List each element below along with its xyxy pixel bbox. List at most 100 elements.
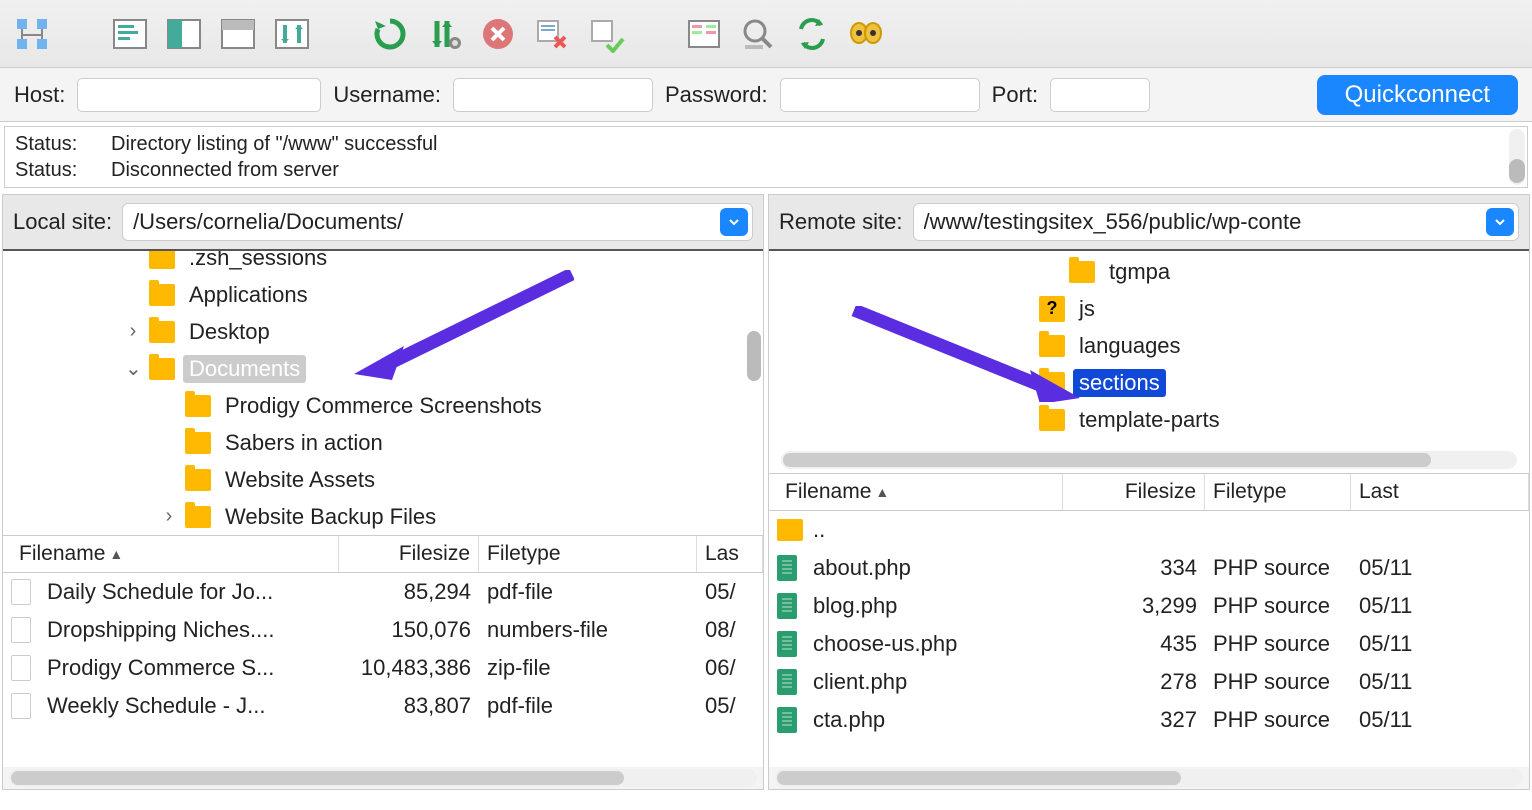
chevron-right-icon[interactable]: ›	[125, 320, 141, 343]
file-row[interactable]: Prodigy Commerce S...10,483,386zip-file0…	[3, 649, 763, 687]
parent-dir-row[interactable]: ..	[769, 511, 1529, 549]
column-filename[interactable]: Filename▲	[777, 474, 1063, 510]
file-date: 05/11	[1351, 555, 1529, 581]
chevron-down-icon[interactable]	[1486, 208, 1514, 236]
file-type: numbers-file	[479, 617, 697, 643]
tree-item-label: tgmpa	[1103, 258, 1176, 286]
local-hscroll[interactable]	[9, 769, 757, 787]
file-row[interactable]: choose-us.php435PHP source05/11	[769, 625, 1529, 663]
column-filesize[interactable]: Filesize	[339, 536, 479, 572]
file-row[interactable]: about.php334PHP source05/11	[769, 549, 1529, 587]
quickconnect-button[interactable]: Quickconnect	[1317, 75, 1518, 115]
remote-hscroll[interactable]	[775, 769, 1523, 787]
search-remote-icon[interactable]	[844, 12, 888, 56]
folder-icon	[1039, 409, 1065, 431]
remote-site-label: Remote site:	[779, 209, 903, 235]
file-size: 10,483,386	[339, 655, 479, 681]
file-size: 3,299	[1063, 593, 1205, 619]
file-row[interactable]: Weekly Schedule - J...83,807pdf-file05/	[3, 687, 763, 725]
remote-tree[interactable]: tgmpa ?jslanguagessectionstemplate-parts	[769, 249, 1529, 473]
host-input[interactable]	[77, 78, 321, 112]
local-tree[interactable]: .zsh_sessionsApplications›Desktop⌄Docume…	[3, 249, 763, 535]
php-file-icon	[777, 707, 797, 733]
file-row[interactable]: client.php278PHP source05/11	[769, 663, 1529, 701]
file-name: client.php	[805, 669, 1063, 695]
sort-asc-icon: ▲	[875, 484, 889, 500]
status-label: Status:	[15, 131, 83, 157]
tree-item[interactable]: .zsh_sessions	[3, 249, 763, 276]
file-date: 05/	[697, 579, 763, 605]
file-row[interactable]: Dropshipping Niches....150,076numbers-fi…	[3, 611, 763, 649]
file-date: 06/	[697, 655, 763, 681]
toggle-log-icon[interactable]	[108, 12, 152, 56]
chevron-down-icon[interactable]	[720, 208, 748, 236]
column-last[interactable]: Last	[1351, 474, 1529, 510]
toggle-remote-tree-icon[interactable]	[216, 12, 260, 56]
tree-item[interactable]: Website Assets	[3, 461, 763, 498]
tree-item[interactable]: ?js	[769, 290, 1529, 327]
tree-item[interactable]: ›Desktop	[3, 313, 763, 350]
column-filename[interactable]: Filename▲	[11, 536, 339, 572]
file-name: about.php	[805, 555, 1063, 581]
tree-item[interactable]: ›Website Backup Files	[3, 498, 763, 535]
tree-item[interactable]: ⌄Documents	[3, 350, 763, 387]
file-name: ..	[805, 517, 1063, 543]
local-path-combo[interactable]: /Users/cornelia/Documents/	[122, 203, 753, 241]
file-type: pdf-file	[479, 579, 697, 605]
file-name: cta.php	[805, 707, 1063, 733]
file-type: PHP source	[1205, 707, 1351, 733]
site-manager-icon[interactable]	[10, 12, 54, 56]
username-input[interactable]	[453, 78, 653, 112]
file-row[interactable]: blog.php3,299PHP source05/11	[769, 587, 1529, 625]
port-input[interactable]	[1050, 78, 1150, 112]
toggle-queue-icon[interactable]	[270, 12, 314, 56]
file-size: 150,076	[339, 617, 479, 643]
tree-item-label: Prodigy Commerce Screenshots	[219, 392, 548, 420]
sync-browsing-icon[interactable]	[790, 12, 834, 56]
file-row[interactable]: cta.php327PHP source05/11	[769, 701, 1529, 739]
file-type: PHP source	[1205, 555, 1351, 581]
chevron-down-icon[interactable]: ⌄	[125, 356, 141, 381]
remote-file-list[interactable]: .. about.php334PHP source05/11blog.php3,2…	[769, 511, 1529, 767]
log-scrollbar[interactable]	[1509, 129, 1525, 185]
tree-item[interactable]: sections	[769, 364, 1529, 401]
file-row[interactable]: Daily Schedule for Jo...85,294pdf-file05…	[3, 573, 763, 611]
column-last[interactable]: Las	[697, 536, 763, 572]
tree-item-label: Sabers in action	[219, 429, 389, 457]
tree-item[interactable]: languages	[769, 327, 1529, 364]
unknown-folder-icon: ?	[1039, 296, 1065, 322]
file-type: pdf-file	[479, 693, 697, 719]
tree-item[interactable]: Applications	[3, 276, 763, 313]
tree-item[interactable]: tgmpa	[769, 253, 1529, 290]
remote-path-combo[interactable]: /www/testingsitex_556/public/wp-conte	[913, 203, 1520, 241]
local-path-text: /Users/cornelia/Documents/	[133, 209, 720, 235]
toggle-local-tree-icon[interactable]	[162, 12, 206, 56]
chevron-right-icon[interactable]: ›	[161, 505, 177, 528]
tree-item[interactable]: Sabers in action	[3, 424, 763, 461]
directory-compare-icon[interactable]	[682, 12, 726, 56]
folder-icon	[149, 321, 175, 343]
cancel-icon[interactable]	[476, 12, 520, 56]
password-input[interactable]	[780, 78, 980, 112]
file-type: PHP source	[1205, 669, 1351, 695]
php-file-icon	[777, 593, 797, 619]
local-tree-scrollbar[interactable]	[747, 331, 761, 381]
disconnect-icon[interactable]	[530, 12, 574, 56]
process-queue-icon[interactable]	[422, 12, 466, 56]
column-filetype[interactable]: Filetype	[1205, 474, 1351, 510]
tree-item[interactable]: template-parts	[769, 401, 1529, 438]
tree-item[interactable]: Prodigy Commerce Screenshots	[3, 387, 763, 424]
column-filetype[interactable]: Filetype	[479, 536, 697, 572]
reconnect-icon[interactable]	[584, 12, 628, 56]
local-file-list[interactable]: Daily Schedule for Jo...85,294pdf-file05…	[3, 573, 763, 767]
refresh-icon[interactable]	[368, 12, 412, 56]
php-file-icon	[777, 631, 797, 657]
folder-icon	[185, 395, 211, 417]
file-type: zip-file	[479, 655, 697, 681]
file-icon	[11, 579, 31, 605]
remote-tree-hscroll[interactable]	[781, 451, 1517, 469]
remote-path-text: /www/testingsitex_556/public/wp-conte	[924, 209, 1487, 235]
local-pane: Local site: /Users/cornelia/Documents/ .…	[2, 194, 764, 790]
column-filesize[interactable]: Filesize	[1063, 474, 1205, 510]
filter-icon[interactable]	[736, 12, 780, 56]
